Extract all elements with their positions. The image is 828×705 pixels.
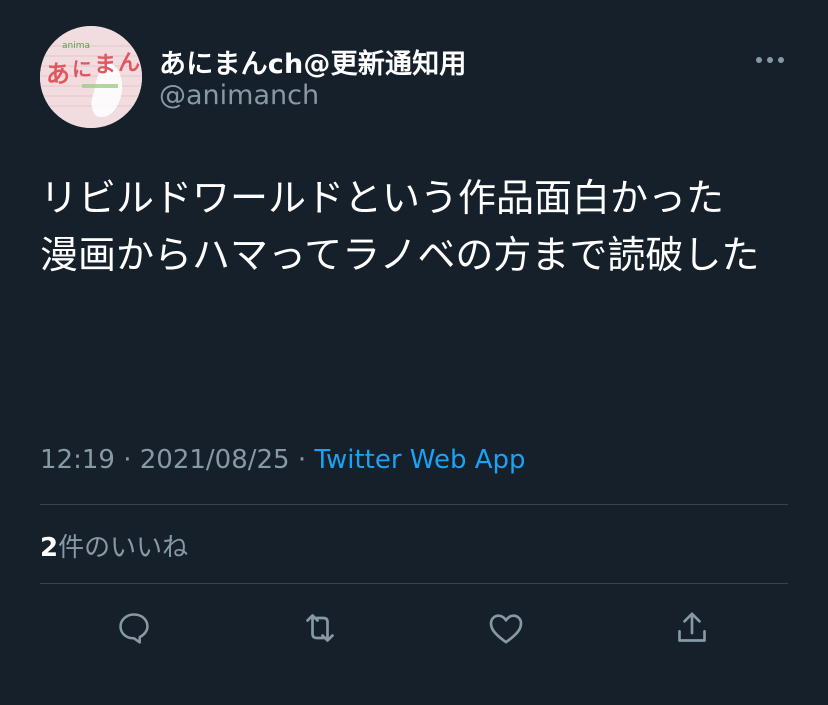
like-icon xyxy=(489,614,523,644)
retweet-icon xyxy=(306,614,334,642)
tweet-source-link[interactable]: Twitter Web App xyxy=(314,445,525,475)
svg-text:ま: ま xyxy=(94,53,116,78)
more-options-icon[interactable] xyxy=(752,48,788,72)
tweet-text: リビルドワールドという作品面白かった 漫画からハマってラノベの方まで読破した xyxy=(40,176,760,277)
like-count: 2 xyxy=(40,533,59,563)
divider xyxy=(40,504,788,505)
user-handle[interactable]: @animanch xyxy=(159,80,319,111)
tweet-meta: 12:19 · 2021/08/25 · Twitter Web App xyxy=(40,445,526,475)
display-name[interactable]: あにまんch@更新通知用 xyxy=(159,42,467,81)
tweet-time[interactable]: 12:19 xyxy=(40,445,115,475)
reply-icon xyxy=(119,613,149,644)
share-icon xyxy=(678,612,706,642)
avatar[interactable]: anima あ に ま ん xyxy=(40,26,142,128)
svg-text:に: に xyxy=(72,57,92,81)
tweet-date[interactable]: 2021/08/25 xyxy=(140,445,290,475)
divider xyxy=(40,583,788,584)
like-label: 件のいいね xyxy=(58,533,189,563)
svg-text:anima: anima xyxy=(62,41,90,51)
reply-button[interactable] xyxy=(114,608,154,648)
tweet-detail: anima あ に ま ん あにまんch@更新通知用 @animanch リビル… xyxy=(0,0,828,705)
svg-text:ん: ん xyxy=(118,51,140,76)
meta-separator: · xyxy=(289,445,315,475)
retweet-button[interactable] xyxy=(300,608,340,648)
share-button[interactable] xyxy=(672,608,712,648)
likes-stat[interactable]: 2件のいいね xyxy=(40,527,188,564)
meta-separator: · xyxy=(114,445,140,475)
like-button[interactable] xyxy=(486,608,526,648)
svg-text:あ: あ xyxy=(46,60,70,88)
avatar-image: anima あ に ま ん xyxy=(40,26,142,128)
